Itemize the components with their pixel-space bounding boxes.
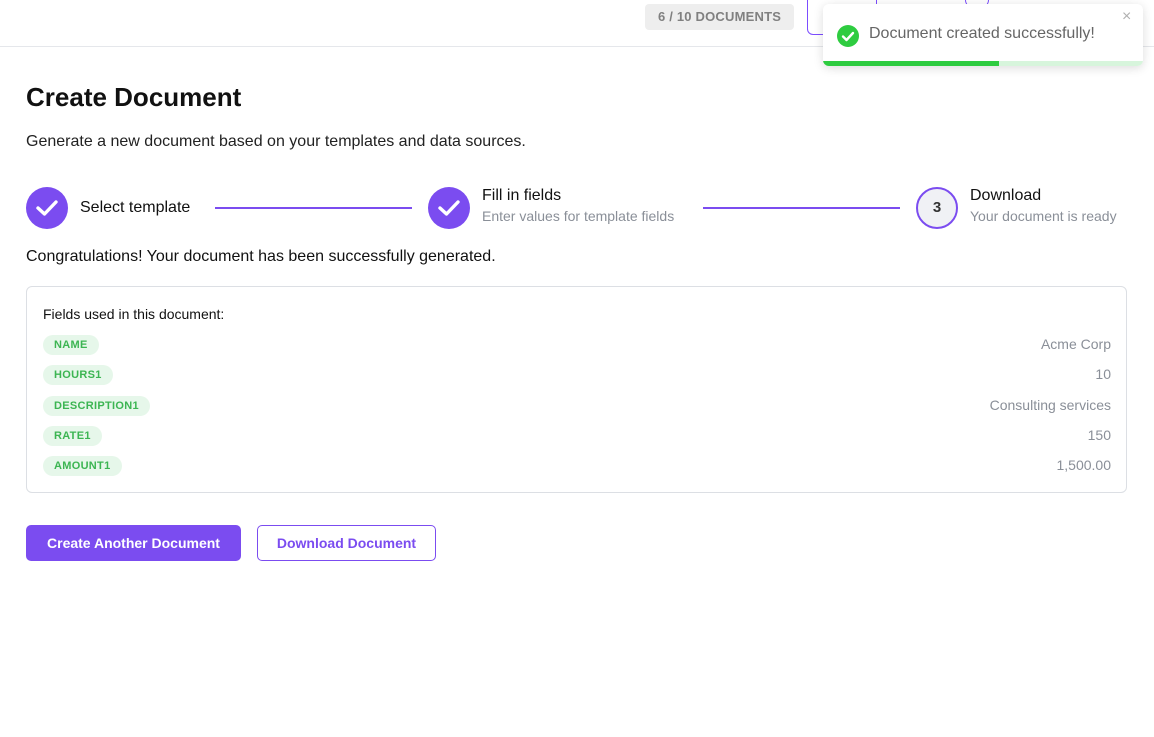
field-row: HOURS1 10 <box>43 365 1111 385</box>
fields-summary-card: Fields used in this document: NAME Acme … <box>26 286 1127 493</box>
toast-progress-track <box>823 61 1143 66</box>
field-row: DESCRIPTION1 Consulting services <box>43 396 1111 416</box>
field-row: RATE1 150 <box>43 426 1111 446</box>
step-3-number: 3 <box>916 187 958 229</box>
field-value: Consulting services <box>989 397 1111 413</box>
step-2-title: Fill in fields <box>482 187 562 204</box>
field-value: 1,500.00 <box>1056 457 1112 473</box>
toast-progress-bar <box>823 61 999 66</box>
page-subtitle: Generate a new document based on your te… <box>26 133 526 150</box>
field-value: 10 <box>1095 366 1111 382</box>
page-title: Create Document <box>26 82 242 112</box>
step-3-title: Download <box>970 187 1042 204</box>
step-1-title: Select template <box>80 199 191 216</box>
field-key-tag: DESCRIPTION1 <box>43 396 150 416</box>
step-connector <box>215 207 412 209</box>
field-value: Acme Corp <box>1040 336 1111 352</box>
field-key-tag: HOURS1 <box>43 365 113 385</box>
close-icon[interactable]: × <box>1122 9 1131 25</box>
step-3-description: Your document is ready <box>970 208 1117 224</box>
document-usage-badge: 6 / 10 DOCUMENTS <box>645 4 795 30</box>
step-2-description: Enter values for template fields <box>482 208 675 224</box>
step-2-checkmark-icon <box>428 187 470 229</box>
field-key-tag: AMOUNT1 <box>43 456 122 476</box>
create-another-document-button[interactable]: Create Another Document <box>26 525 241 561</box>
field-key-tag: RATE1 <box>43 426 102 446</box>
success-message: Congratulations! Your document has been … <box>26 248 496 265</box>
step-1-checkmark-icon <box>26 187 68 229</box>
field-value: 150 <box>1087 427 1111 443</box>
step-connector <box>703 207 900 209</box>
field-row: NAME Acme Corp <box>43 335 1111 355</box>
field-row: AMOUNT1 1,500.00 <box>43 456 1111 476</box>
success-toast: Document created successfully! × <box>823 4 1143 66</box>
download-document-button[interactable]: Download Document <box>257 525 436 561</box>
toast-message: Document created successfully! <box>869 25 1095 42</box>
check-circle-icon <box>837 25 859 47</box>
fields-heading: Fields used in this document: <box>43 306 225 322</box>
field-key-tag: NAME <box>43 335 99 355</box>
